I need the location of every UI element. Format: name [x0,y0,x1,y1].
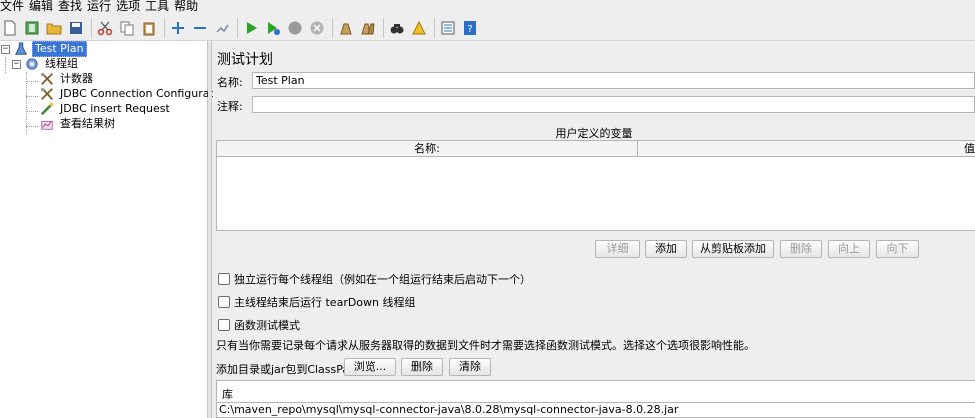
search-icon[interactable] [387,18,407,38]
teardown-checkbox[interactable] [218,296,230,308]
move-up-button[interactable]: 向上 [828,240,870,258]
menu-options[interactable]: 选项 [116,0,145,13]
function-helper-icon[interactable] [438,18,458,38]
teardown-option[interactable]: 主线程结束后运行 tearDown 线程组 [218,294,416,310]
test-plan-editor: 测试计划 名称: 注释: 用户定义的变量 名称: 值 详细 添加 从剪贴板添加 … [213,41,975,418]
table-row[interactable]: C:\maven_repo\mysql\mysql-connector-java… [217,402,975,416]
start-icon[interactable] [241,18,261,38]
checkbox-label: 独立运行每个线程组（例如在一个组运行结束后启动下一个） [234,273,531,286]
classpath-library-table[interactable]: 库 C:\maven_repo\mysql\mysql-connector-ja… [216,380,975,418]
svg-text:?: ? [467,24,472,35]
toggle-icon[interactable] [212,18,232,38]
menu-help[interactable]: 帮助 [174,0,203,13]
expand-icon[interactable] [168,18,188,38]
browse-button[interactable]: 浏览... [344,358,396,376]
add-from-clipboard-button[interactable]: 从剪贴板添加 [692,240,774,258]
tree-node-label: JDBC insert Request [60,102,170,115]
tree-connector [26,96,38,97]
config-element-icon [39,86,55,102]
detail-button[interactable]: 详细 [595,240,640,258]
name-label: 名称: [217,76,243,89]
start-no-pause-icon[interactable] [263,18,283,38]
column-header-name[interactable]: 名称: [217,141,638,156]
user-variables-table[interactable]: 名称: 值 [216,140,975,231]
comment-field[interactable] [252,96,975,113]
toolbar-separator [383,17,384,38]
copy-icon[interactable] [117,18,137,38]
listener-icon [39,116,55,132]
column-header-value[interactable]: 值 [638,141,975,156]
classpath-label: 添加目录或jar包到ClassPath [216,363,361,376]
run-groups-consecutively-checkbox[interactable] [218,273,230,285]
tree-node-label: Test Plan [32,41,87,57]
collapse-toggle-icon[interactable]: − [12,59,21,69]
page-title: 测试计划 [217,52,273,68]
clear-all-icon[interactable] [358,18,378,38]
open-icon[interactable] [44,18,64,38]
classpath-clear-button[interactable]: 清除 [449,358,491,376]
save-icon[interactable] [66,18,86,38]
tree-node-results-tree[interactable]: 查看结果树 [39,116,117,132]
test-plan-icon [13,41,29,57]
delete-button[interactable]: 删除 [780,240,822,258]
tree-node-counter[interactable]: 计数器 [39,71,95,87]
tree-connector [26,126,38,127]
comment-label: 注释: [217,100,243,113]
tree-node-label: JDBC Connection Configuration [60,87,231,100]
menu-run[interactable]: 运行 [87,0,116,13]
test-plan-tree[interactable]: − Test Plan − 线程组 计数器 JDBC Connection Co… [0,41,231,418]
menu-file[interactable]: 文件 [0,0,29,13]
tree-node-label: 计数器 [60,72,93,85]
tree-node-jdbc-connection[interactable]: JDBC Connection Configuration [39,86,233,102]
toolbar: ? [0,15,975,41]
toolbar-separator [164,17,165,38]
clear-icon[interactable] [336,18,356,38]
functional-test-mode-option[interactable]: 函数测试模式 [218,317,300,333]
cut-icon[interactable] [95,18,115,38]
toolbar-separator [237,17,238,38]
templates-icon[interactable] [22,18,42,38]
tree-connector [5,57,6,73]
functional-mode-note: 只有当你需要记录每个请求从服务器取得的数据到文件时才需要选择函数测试模式。选择这… [216,339,755,352]
tree-node-test-plan[interactable]: − Test Plan [1,41,87,57]
menu-edit[interactable]: 编辑 [29,0,58,13]
tree-node-jdbc-request[interactable]: JDBC insert Request [39,101,172,117]
move-down-button[interactable]: 向下 [876,240,919,258]
tree-connector [26,81,38,82]
reset-search-icon[interactable] [409,18,429,38]
help-icon[interactable]: ? [460,18,480,38]
name-field[interactable] [252,72,975,89]
functional-test-mode-checkbox[interactable] [218,319,230,331]
checkbox-label: 主线程结束后运行 tearDown 线程组 [234,296,416,309]
classpath-delete-button[interactable]: 删除 [401,358,443,376]
toolbar-separator [91,17,92,38]
run-groups-consecutively-option[interactable]: 独立运行每个线程组（例如在一个组运行结束后启动下一个） [218,271,531,287]
shutdown-icon[interactable] [307,18,327,38]
table-header: 名称: 值 [217,141,975,157]
paste-icon[interactable] [139,18,159,38]
menu-search[interactable]: 查找 [58,0,87,13]
sampler-icon [39,101,55,117]
toolbar-separator [332,17,333,38]
menu-tools[interactable]: 工具 [145,0,174,13]
user-variables-caption: 用户定义的变量 [555,127,633,140]
column-header-library: 库 [222,388,233,401]
tree-node-label: 线程组 [45,57,78,70]
thread-group-icon [24,56,40,72]
collapse-toggle-icon[interactable]: − [1,44,10,54]
split-pane-divider[interactable] [208,41,212,418]
stop-icon[interactable] [285,18,305,38]
tree-connector [26,111,38,112]
config-element-icon [39,71,55,87]
new-icon[interactable] [0,18,20,38]
add-button[interactable]: 添加 [645,240,687,258]
tree-node-label: 查看结果树 [60,117,115,130]
collapse-icon[interactable] [190,18,210,38]
checkbox-label: 函数测试模式 [234,319,300,332]
toolbar-separator [434,17,435,38]
menu-bar: 文件 编辑 查找 运行 选项 工具 帮助 [0,0,975,13]
tree-node-thread-group[interactable]: − 线程组 [12,56,80,72]
